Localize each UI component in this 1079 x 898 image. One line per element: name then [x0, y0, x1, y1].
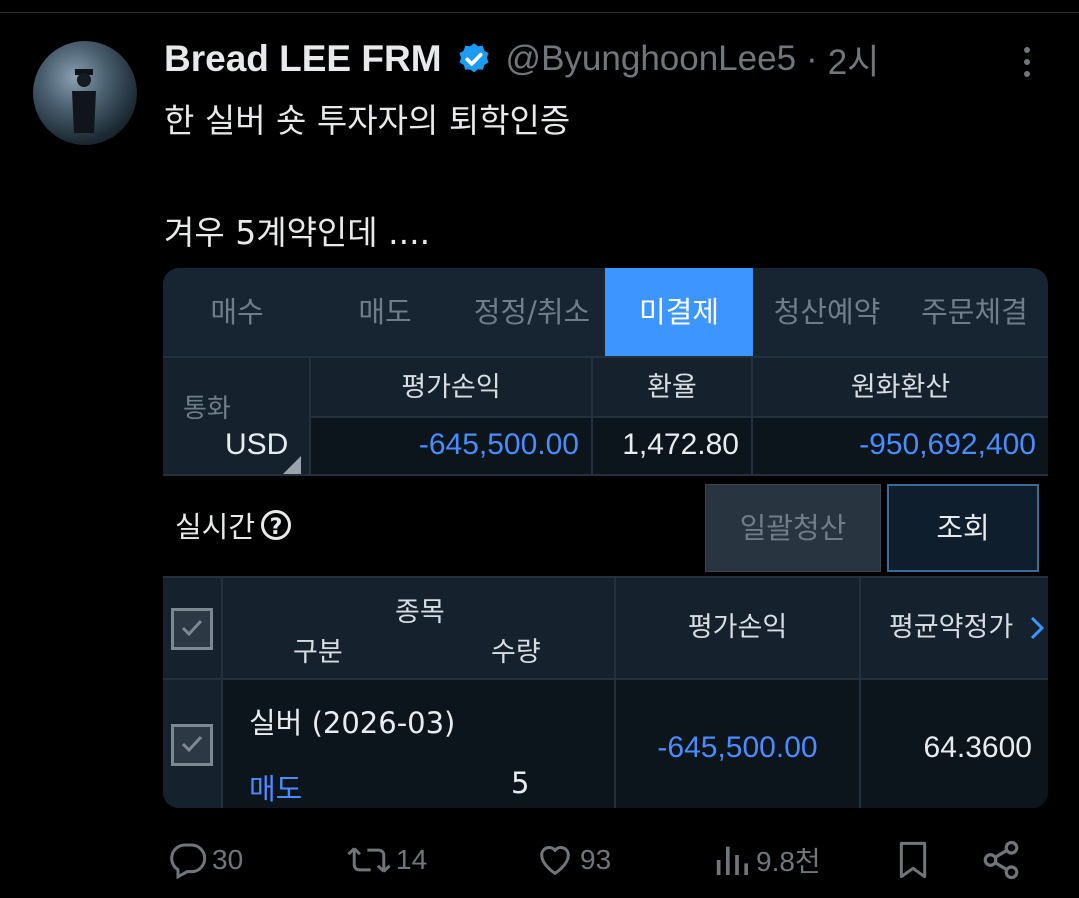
tweet-header: Bread LEE FRM @ByunghoonLee5 · 2시 — [164, 36, 879, 82]
dropdown-corner-icon — [283, 456, 301, 474]
author-name[interactable]: Bread LEE FRM — [164, 38, 442, 80]
bookmark-icon — [899, 841, 927, 879]
currency-label: 통화 — [183, 394, 231, 424]
top-divider — [0, 12, 1079, 13]
pnl-value: -645,500.00 — [418, 428, 579, 461]
header-avg-price: 평균약정가 — [861, 578, 1048, 678]
tab-liquidation-reserve[interactable]: 청산예약 — [753, 268, 901, 356]
realtime-toggle[interactable]: 실시간 ? — [175, 504, 292, 546]
row-qty: 5 — [511, 766, 530, 800]
author-handle[interactable]: @ByunghoonLee5 — [506, 39, 797, 79]
check-icon — [181, 619, 203, 637]
verified-badge-icon — [458, 43, 489, 73]
tab-executions[interactable]: 주문체결 — [901, 268, 1048, 356]
header-qty: 수량 — [491, 637, 541, 668]
reply-count: 30 — [212, 844, 244, 875]
header-krw-value: 원화환산 — [753, 358, 1048, 416]
header-side: 구분 — [293, 637, 343, 668]
post-time[interactable]: 2시 — [828, 34, 880, 85]
summary-grid: 통화 USD 평가손익 환율 원화환산 -645,500.00 1,472.80… — [163, 356, 1048, 476]
repost-button[interactable]: 14 — [346, 835, 427, 885]
share-button[interactable] — [980, 835, 1026, 885]
reply-button[interactable]: 30 — [168, 835, 243, 885]
currency-value: USD — [225, 428, 289, 461]
select-all-checkbox[interactable] — [171, 608, 213, 650]
table-row-item[interactable]: 실버 (2026-03) 매도 5 — [223, 680, 614, 808]
action-bar: 30 14 93 9.8천 — [0, 835, 1079, 885]
row-item: 실버 (2026-03) — [249, 706, 456, 740]
header-checkbox-cell — [163, 578, 221, 678]
like-count: 93 — [580, 844, 612, 875]
tab-open-positions[interactable]: 미결제 — [605, 268, 753, 356]
views-button[interactable]: 9.8천 — [712, 835, 821, 885]
bookmark-button[interactable] — [893, 835, 937, 885]
realtime-label: 실시간 — [175, 510, 256, 544]
tab-sell[interactable]: 매도 — [311, 268, 459, 356]
krw-value: -950,692,400 — [859, 428, 1036, 461]
reply-icon — [170, 843, 207, 880]
order-tabs: 매수 매도 정정/취소 미결제 청산예약 주문체결 — [163, 268, 1048, 356]
help-icon[interactable]: ? — [261, 510, 292, 540]
avatar[interactable] — [33, 41, 137, 145]
views-icon — [716, 846, 748, 875]
row-checkbox-cell — [163, 680, 221, 808]
attached-image[interactable]: 매수 매도 정정/취소 미결제 청산예약 주문체결 통화 USD 평가손익 환율… — [163, 268, 1048, 808]
row-checkbox[interactable] — [171, 724, 213, 766]
row-pnl: -645,500.00 — [616, 680, 859, 808]
check-icon — [181, 735, 203, 753]
heart-icon — [540, 846, 570, 876]
view-count: 9.8천 — [756, 846, 821, 877]
tweet-text-line2: 겨우 5계약인데 .... — [164, 213, 431, 252]
repost-count: 14 — [396, 844, 428, 875]
tab-buy[interactable]: 매수 — [163, 268, 311, 356]
header-avg-price-label: 평균약정가 — [889, 612, 1014, 643]
currency-cell[interactable]: 통화 USD — [163, 358, 309, 474]
avatar-figure — [72, 69, 96, 133]
more-options-icon[interactable] — [1017, 44, 1037, 80]
header-item-cell: 종목 구분 수량 — [223, 578, 614, 678]
inquire-button[interactable]: 조회 — [887, 484, 1039, 572]
tab-modify-cancel[interactable]: 정정/취소 — [459, 268, 605, 356]
repost-icon — [347, 847, 391, 873]
header-fx-rate: 환율 — [593, 358, 751, 416]
tweet-text-line1: 한 실버 숏 투자자의 퇴학인증 — [164, 101, 571, 140]
like-button[interactable]: 93 — [534, 835, 611, 885]
header-item: 종목 — [395, 597, 445, 628]
separator-dot: · — [806, 39, 818, 78]
row-side: 매도 — [249, 772, 303, 806]
row-avg-price: 64.3600 — [861, 680, 1048, 808]
positions-table: 종목 구분 수량 평가손익 평균약정가 실버 (2026-03) 매도 5 -6… — [163, 576, 1048, 808]
share-icon — [983, 840, 1019, 880]
header-pnl-col: 평가손익 — [616, 578, 859, 678]
header-pnl: 평가손익 — [311, 358, 591, 416]
fx-rate-value: 1,472.80 — [622, 428, 739, 461]
liquidate-all-button[interactable]: 일괄청산 — [705, 484, 881, 572]
scroll-right-chevron-icon[interactable] — [1029, 616, 1045, 640]
